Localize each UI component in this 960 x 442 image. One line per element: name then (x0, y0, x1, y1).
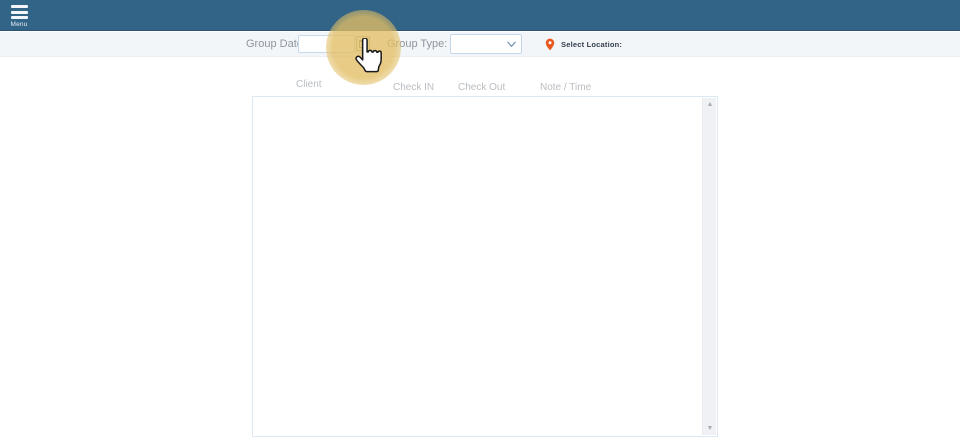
calendar-button[interactable] (356, 36, 370, 51)
header-bar: Menu (0, 0, 960, 31)
map-pin-icon (545, 38, 555, 50)
group-date-input[interactable] (298, 35, 355, 53)
chevron-down-icon (507, 41, 516, 47)
scroll-up-button[interactable]: ▲ (703, 98, 717, 111)
column-header-check-in: Check IN (393, 82, 435, 93)
filter-toolbar: Group Date: Group Type: Select Location: (0, 32, 960, 57)
column-header-check-out: Check Out (458, 82, 506, 93)
hamburger-icon (10, 5, 28, 19)
column-header-note-time: Note / Time (540, 82, 592, 93)
scroll-down-button[interactable]: ▼ (703, 422, 717, 435)
select-location-label: Select Location: (561, 39, 623, 49)
app-window: Menu Group Date: Group Type: Select Loca… (0, 0, 960, 442)
scrollbar-track[interactable]: ▲ ▼ (702, 98, 716, 435)
column-header-client: Client (296, 79, 322, 90)
group-type-select[interactable] (450, 34, 522, 54)
group-date-label: Group Date: (246, 38, 306, 50)
group-type-label: Group Type: (387, 38, 448, 50)
client-list[interactable]: ▲ ▼ (252, 96, 718, 437)
calendar-icon (359, 39, 367, 48)
menu-button[interactable]: Menu (6, 3, 32, 29)
menu-button-label: Menu (10, 21, 28, 28)
select-location-button[interactable]: Select Location: (545, 35, 622, 53)
